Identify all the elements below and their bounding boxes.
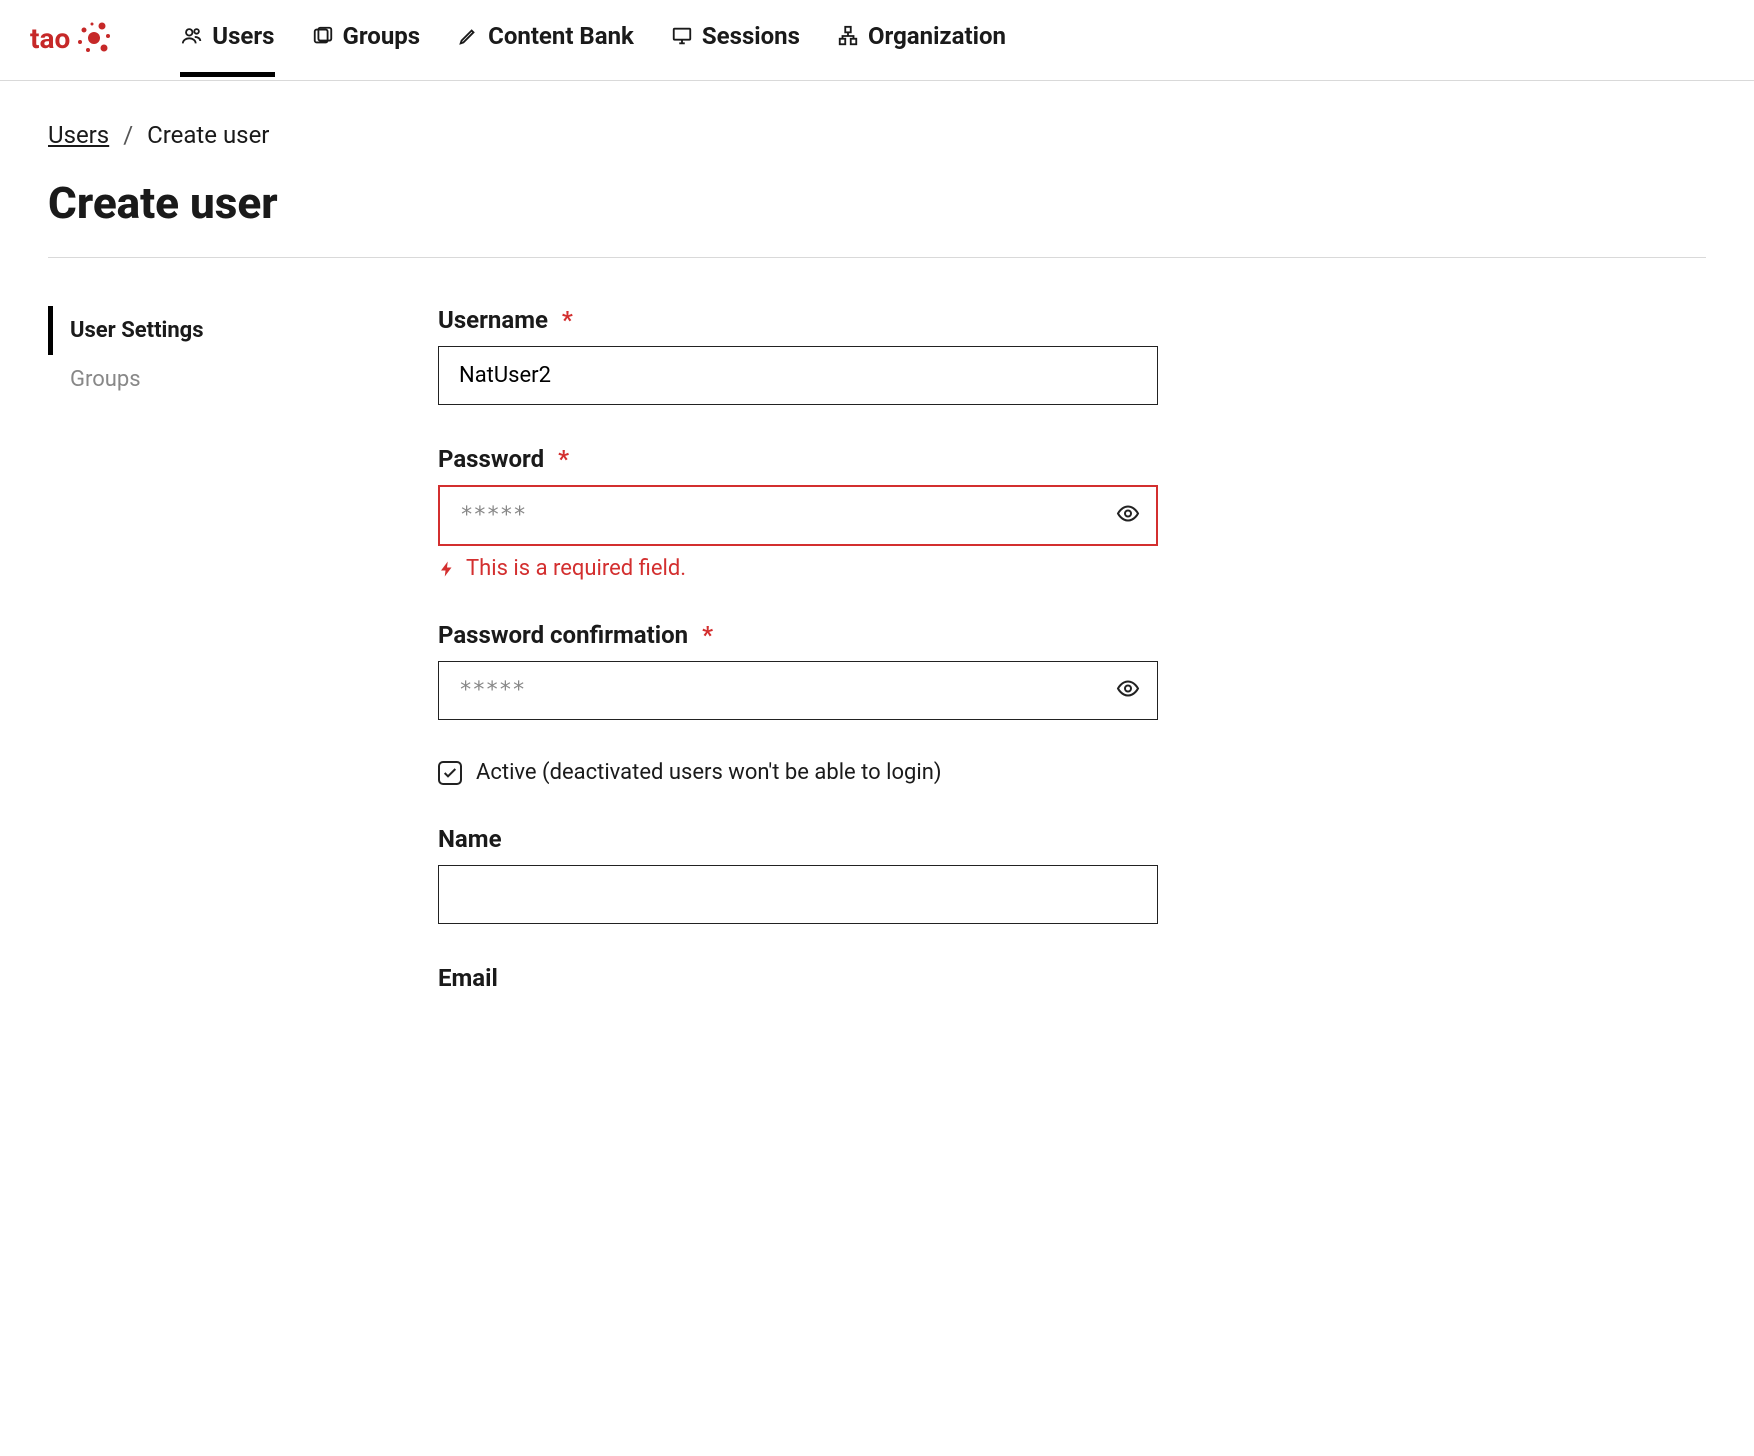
- divider: [48, 257, 1706, 258]
- breadcrumb-separator: /: [123, 121, 133, 149]
- breadcrumb: Users / Create user: [48, 121, 1706, 149]
- active-label: Active (deactivated users won't be able …: [476, 760, 942, 785]
- nav-tab-label: Content Bank: [488, 22, 634, 50]
- required-marker: *: [562, 306, 573, 334]
- password-input[interactable]: [438, 485, 1158, 546]
- breadcrumb-current: Create user: [147, 121, 269, 149]
- toggle-password-visibility-icon[interactable]: [1116, 501, 1140, 530]
- required-marker: *: [558, 445, 569, 473]
- username-input[interactable]: [438, 346, 1158, 405]
- nav-tab-label: Organization: [868, 22, 1006, 50]
- name-label: Name: [438, 825, 1158, 853]
- field-username: Username *: [438, 306, 1158, 405]
- logo-text: tao: [30, 22, 70, 55]
- pencil-icon: [456, 24, 480, 48]
- nav-tab-sessions[interactable]: Sessions: [670, 22, 800, 77]
- nav-tab-users[interactable]: Users: [180, 22, 274, 77]
- monitor-icon: [670, 24, 694, 48]
- sidenav-item-label: User Settings: [70, 318, 204, 343]
- page-title: Create user: [48, 177, 1706, 229]
- nav-tabs: Users Groups Content Bank Sessions Organ…: [180, 22, 1006, 77]
- field-active: Active (deactivated users won't be able …: [438, 760, 1158, 785]
- breadcrumb-parent-link[interactable]: Users: [48, 121, 109, 149]
- password-confirm-input[interactable]: [438, 661, 1158, 720]
- checkmark-icon: [442, 765, 458, 781]
- page-container: Users / Create user Create user User Set…: [0, 81, 1754, 1072]
- field-name: Name: [438, 825, 1158, 924]
- nav-tab-label: Groups: [343, 22, 421, 50]
- users-icon: [180, 24, 204, 48]
- username-label: Username *: [438, 306, 1158, 334]
- settings-sidenav: User Settings Groups: [48, 306, 408, 1032]
- content-columns: User Settings Groups Username * Password…: [48, 306, 1706, 1032]
- sidenav-item-label: Groups: [70, 367, 141, 392]
- required-marker: *: [702, 621, 713, 649]
- email-label: Email: [438, 964, 1158, 992]
- password-label: Password *: [438, 445, 1158, 473]
- top-nav: tao Users Groups: [0, 0, 1754, 81]
- lightning-icon: [438, 560, 456, 578]
- sidenav-item-groups[interactable]: Groups: [48, 355, 408, 404]
- form-area: Username * Password *: [438, 306, 1158, 1032]
- nav-tab-content-bank[interactable]: Content Bank: [456, 22, 634, 77]
- sidenav-item-user-settings[interactable]: User Settings: [48, 306, 408, 355]
- toggle-password-confirm-visibility-icon[interactable]: [1116, 676, 1140, 705]
- name-input[interactable]: [438, 865, 1158, 924]
- org-tree-icon: [836, 24, 860, 48]
- nav-tab-groups[interactable]: Groups: [311, 22, 421, 77]
- nav-tab-organization[interactable]: Organization: [836, 22, 1006, 77]
- password-error: This is a required field.: [438, 556, 1158, 581]
- field-password: Password * This is a required field.: [438, 445, 1158, 581]
- groups-icon: [311, 24, 335, 48]
- app-logo[interactable]: tao: [30, 18, 114, 80]
- password-confirm-label: Password confirmation *: [438, 621, 1158, 649]
- nav-tab-label: Users: [212, 22, 274, 50]
- active-checkbox[interactable]: [438, 761, 462, 785]
- field-email: Email: [438, 964, 1158, 992]
- logo-dots-icon: [74, 18, 114, 58]
- field-password-confirmation: Password confirmation *: [438, 621, 1158, 720]
- nav-tab-label: Sessions: [702, 22, 800, 50]
